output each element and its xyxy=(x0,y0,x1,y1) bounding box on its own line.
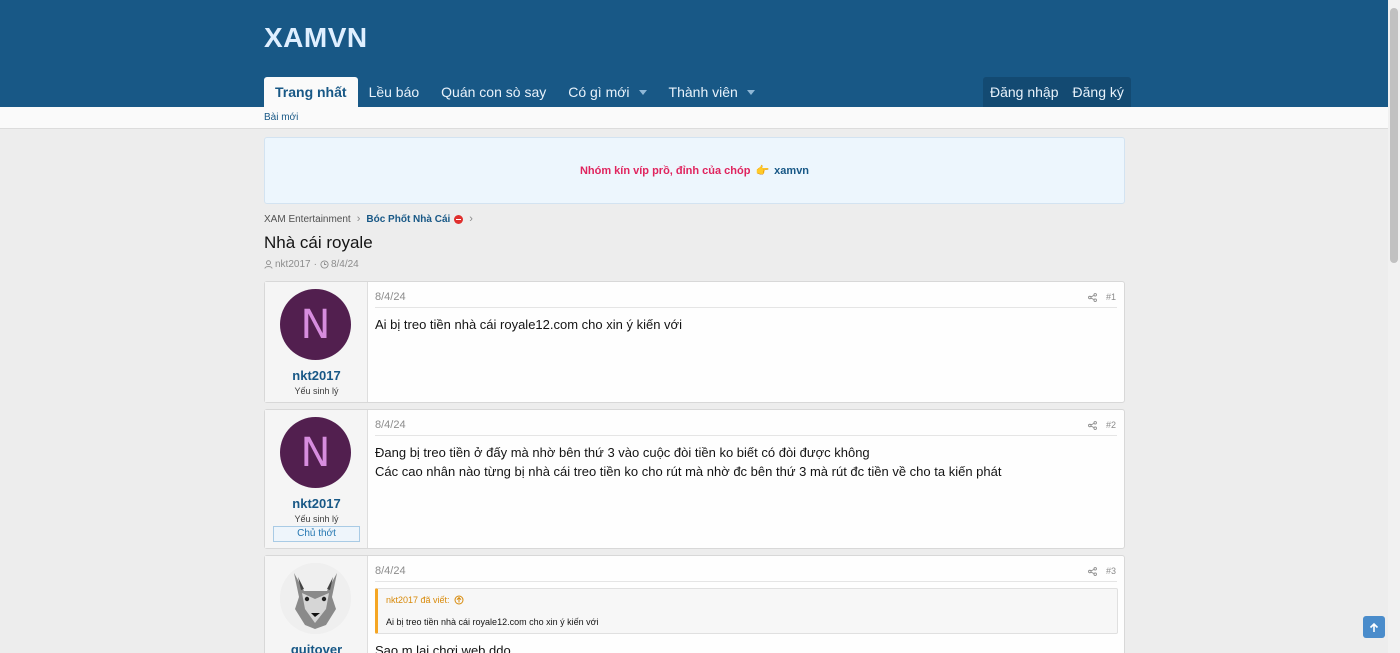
post-number[interactable]: #1 xyxy=(1106,292,1116,302)
nav-quan-label: Quán con sò say xyxy=(441,84,547,100)
main-nav: Trang nhất Lều báo Quán con sò say Có gì… xyxy=(264,77,766,107)
nav-home[interactable]: Trang nhất xyxy=(264,77,358,107)
username[interactable]: nkt2017 xyxy=(265,368,368,383)
username[interactable]: nkt2017 xyxy=(265,496,368,511)
quote-author: nkt2017 đã viết: xyxy=(386,595,450,605)
account-nav: Đăng nhập Đăng ký xyxy=(983,77,1131,107)
post-body: 8/4/24 #1 Ai bị treo tiền nhà cái royale… xyxy=(368,282,1124,402)
thread-date[interactable]: 8/4/24 xyxy=(331,259,359,270)
chevron-right-icon: › xyxy=(356,213,361,225)
meta-separator: · xyxy=(313,259,317,270)
site-header: XAMVN Trang nhất Lều báo Quán con sò say… xyxy=(0,0,1400,107)
scroll-to-top-button[interactable] xyxy=(1363,616,1385,638)
no-entry-icon xyxy=(454,214,464,224)
thread-author[interactable]: nkt2017 xyxy=(275,259,311,270)
chevron-right-icon: › xyxy=(469,213,473,225)
notice-text: Nhóm kín víp prồ, đỉnh của chóp xyxy=(579,164,751,177)
clock-icon xyxy=(320,260,329,269)
nav-leu-bao[interactable]: Lều báo xyxy=(358,77,431,107)
sub-nav: Bài mới xyxy=(0,107,1400,129)
post-number[interactable]: #2 xyxy=(1106,420,1116,430)
nav-home-label: Trang nhất xyxy=(275,84,347,100)
post-content: Đang bị treo tiền ở đấy mà nhờ bên thứ 3… xyxy=(375,444,1001,481)
scrollbar-thumb[interactable] xyxy=(1390,8,1398,263)
post-line: Các cao nhân nào từng bị nhà cái treo ti… xyxy=(375,463,1002,479)
post-actions: #2 xyxy=(1088,420,1116,430)
post-content: Sao m lại chơi web ddo xyxy=(375,642,511,653)
post-actions: #3 xyxy=(1088,566,1116,576)
post-date[interactable]: 8/4/24 xyxy=(375,565,406,577)
avatar[interactable]: N xyxy=(280,289,351,360)
quote-header[interactable]: nkt2017 đã viết: xyxy=(386,595,464,605)
register-button[interactable]: Đăng ký xyxy=(1066,77,1131,107)
page-title: Nhà cái royale xyxy=(264,233,373,252)
post-actions: #1 xyxy=(1088,292,1116,302)
quote-text: Ai bị treo tiền nhà cái royale12.com cho… xyxy=(386,617,599,627)
nav-whats-new[interactable]: Có gì mới xyxy=(557,77,657,107)
post-line: Ai bị treo tiền nhà cái royale12.com cho… xyxy=(375,317,682,332)
post-date[interactable]: 8/4/24 xyxy=(375,419,406,431)
login-button[interactable]: Đăng nhập xyxy=(983,77,1066,107)
avatar[interactable] xyxy=(280,563,351,634)
post-date[interactable]: 8/4/24 xyxy=(375,291,406,303)
breadcrumb: XAM Entertainment › Bóc Phốt Nhà Cái › xyxy=(264,213,479,225)
post-line: Sao m lại chơi web ddo xyxy=(375,643,511,653)
post-user-cell: guitover xyxy=(265,556,368,653)
share-icon[interactable] xyxy=(1088,566,1097,576)
notice-banner: Nhóm kín víp prồ, đỉnh của chóp 👉 xamvn xyxy=(264,137,1125,204)
arrow-up-icon xyxy=(1369,622,1379,632)
post-line: Đang bị treo tiền ở đấy mà nhờ bên thứ 3… xyxy=(375,445,870,460)
chevron-down-icon[interactable] xyxy=(746,89,755,95)
page-scrollbar[interactable] xyxy=(1388,0,1400,653)
share-icon[interactable] xyxy=(1088,420,1097,430)
post-user-cell: N nkt2017 Yếu sinh lý Chủ thớt xyxy=(265,410,368,548)
thread-meta: nkt2017 · 8/4/24 xyxy=(264,259,359,270)
divider xyxy=(375,307,1117,308)
site-logo[interactable]: XAMVN xyxy=(264,22,368,54)
notice-link[interactable]: xamvn xyxy=(774,165,809,177)
post-1: N nkt2017 Yếu sinh lý 8/4/24 #1 Ai bị tr… xyxy=(264,281,1125,403)
quote-block: nkt2017 đã viết: Ai bị treo tiền nhà cái… xyxy=(375,588,1118,634)
pointing-hand-icon: 👉 xyxy=(755,165,770,177)
post-3: guitover 8/4/24 #3 nkt2017 đã viết: Ai b… xyxy=(264,555,1125,653)
divider xyxy=(375,435,1117,436)
wolf-avatar-icon xyxy=(280,563,351,634)
post-body: 8/4/24 #3 nkt2017 đã viết: Ai bị treo ti… xyxy=(368,556,1124,653)
post-body: 8/4/24 #2 Đang bị treo tiền ở đấy mà nhờ… xyxy=(368,410,1124,548)
share-icon[interactable] xyxy=(1088,292,1097,302)
chevron-down-icon[interactable] xyxy=(638,89,647,95)
nav-whats-new-label: Có gì mới xyxy=(568,84,630,100)
post-content: Ai bị treo tiền nhà cái royale12.com cho… xyxy=(375,316,682,335)
user-title: Yếu sinh lý xyxy=(294,386,339,396)
user-title: Yếu sinh lý xyxy=(294,514,339,524)
breadcrumb-item-boc-phot[interactable]: Bóc Phốt Nhà Cái xyxy=(366,214,450,225)
nav-leu-bao-label: Lều báo xyxy=(368,84,420,100)
username[interactable]: guitover xyxy=(265,642,368,653)
post-number[interactable]: #3 xyxy=(1106,566,1116,576)
breadcrumb-item-xam-entertainment[interactable]: XAM Entertainment xyxy=(264,214,351,225)
post-2: N nkt2017 Yếu sinh lý Chủ thớt 8/4/24 #2… xyxy=(264,409,1125,549)
post-user-cell: N nkt2017 Yếu sinh lý xyxy=(265,282,368,402)
arrow-up-circle-icon[interactable] xyxy=(454,595,464,605)
nav-members-label: Thành viên xyxy=(668,84,738,100)
user-icon xyxy=(264,260,273,269)
divider xyxy=(375,581,1117,582)
new-posts-link[interactable]: Bài mới xyxy=(264,112,298,123)
thread-starter-badge: Chủ thớt xyxy=(273,526,360,542)
nav-members[interactable]: Thành viên xyxy=(658,77,766,107)
avatar[interactable]: N xyxy=(280,417,351,488)
nav-quan-con-so-say[interactable]: Quán con sò say xyxy=(430,77,557,107)
